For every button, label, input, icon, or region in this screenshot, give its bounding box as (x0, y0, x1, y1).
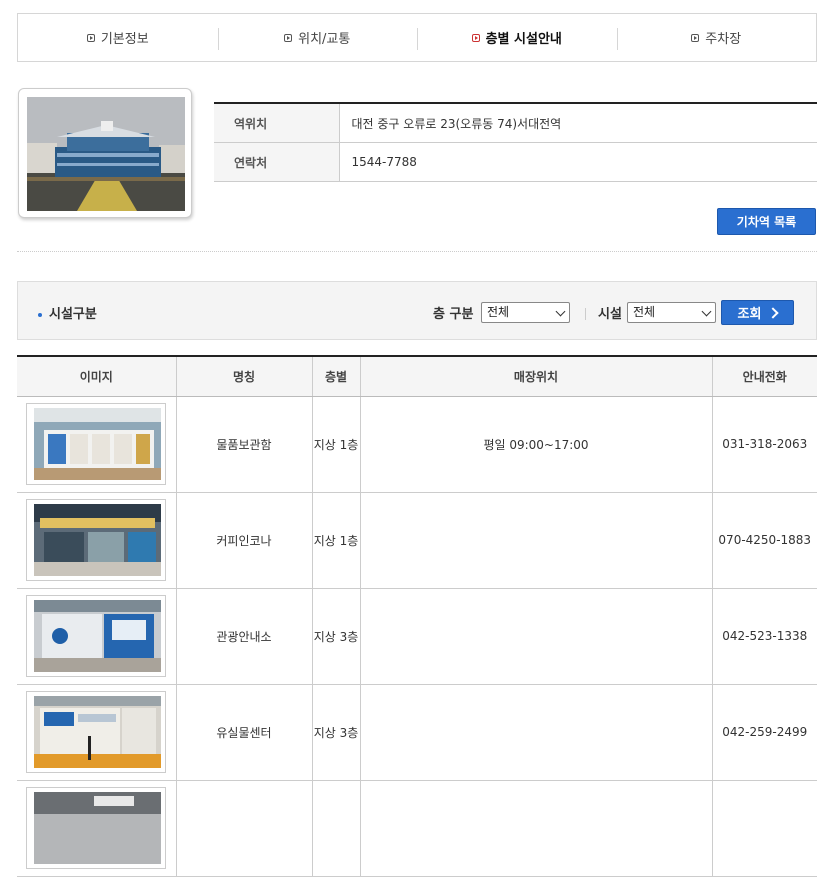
info-label: 역위치 (214, 103, 340, 143)
tab-bullet-icon (284, 33, 293, 42)
tab-floor-facilities[interactable]: 층별 시설안내 (417, 14, 617, 61)
facility-image[interactable] (26, 499, 167, 581)
section-divider (17, 251, 817, 252)
floor-select[interactable]: 전체 (481, 302, 570, 323)
search-button-label: 조회 (737, 307, 762, 322)
table-header-row: 이미지 명칭 층별 매장위치 안내전화 (17, 356, 817, 397)
filter-title: 시설구분 (38, 303, 97, 322)
column-header: 매장위치 (359, 356, 712, 397)
chevron-down-icon (701, 306, 712, 317)
facility-image[interactable] (26, 691, 167, 773)
facility-select-value: 전체 (633, 305, 656, 319)
tab-label: 기본정보 (100, 32, 149, 47)
facility-select[interactable]: 전체 (627, 302, 716, 323)
bullet-icon (38, 312, 42, 317)
facility-phone: 031-318-2063 (711, 396, 817, 493)
chevron-down-icon (555, 306, 566, 317)
tab-basic-info[interactable]: 기본정보 (18, 14, 218, 61)
facility-image-cell (17, 396, 176, 493)
tab-label: 주차장 (705, 32, 742, 47)
facility-phone: 070-4250-1883 (711, 492, 817, 589)
facility-floor: 지상 1층 (311, 396, 360, 493)
station-info-table: 역위치 대전 중구 오류로 23(오류동 74)서대전역 연락처 1544-77… (214, 102, 817, 182)
info-row-contact: 연락처 1544-7788 (214, 142, 817, 182)
facility-name: 관광안내소 (175, 588, 312, 685)
info-label: 연락처 (214, 142, 340, 182)
facility-location: 평일 09:00~17:00 (359, 396, 712, 493)
table-row: 커피인코나 지상 1층 070-4250-1883 (17, 492, 817, 589)
tab-bullet-icon (471, 33, 480, 42)
facility-floor: 지상 1층 (311, 492, 360, 589)
column-header: 이미지 (17, 356, 176, 397)
filter-separator (585, 308, 586, 320)
facility-label: 시설 (598, 307, 622, 322)
table-row: 물품보관함 지상 1층 평일 09:00~17:00 031-318-2063 (17, 396, 817, 493)
facility-location (359, 780, 712, 877)
facility-name: 커피인코나 (175, 492, 312, 589)
info-value: 대전 중구 오류로 23(오류동 74)서대전역 (339, 103, 817, 143)
facility-table: 이미지 명칭 층별 매장위치 안내전화 물품보관함 지상 1층 평일 09:00… (17, 355, 817, 877)
table-row: 유실물센터 지상 3층 042-259-2499 (17, 684, 817, 781)
facility-name: 물품보관함 (175, 396, 312, 493)
facility-image-cell (17, 780, 176, 877)
filter-title-text: 시설구분 (49, 307, 97, 322)
facility-image-cell (17, 588, 176, 685)
facility-image[interactable] (26, 403, 167, 485)
tab-parking[interactable]: 주차장 (616, 14, 817, 61)
tab-bar: 기본정보 위치/교통 층별 시설안내 주차장 (17, 13, 817, 62)
search-button[interactable]: 조회 (721, 300, 794, 325)
facility-location (359, 588, 712, 685)
chevron-right-icon (767, 306, 780, 319)
station-photo (27, 97, 185, 211)
tab-label: 층별 시설안내 (485, 32, 562, 47)
station-photo-frame (18, 88, 192, 218)
facility-filter: 시설구분 층 구분 전체 시설 전체 조회 (17, 281, 817, 340)
facility-image[interactable] (26, 595, 167, 677)
column-header: 명칭 (175, 356, 312, 397)
facility-name (175, 780, 312, 877)
column-header: 안내전화 (711, 356, 817, 397)
info-value: 1544-7788 (339, 142, 817, 182)
facility-image-cell (17, 492, 176, 589)
table-row (17, 780, 817, 877)
column-header: 층별 (311, 356, 360, 397)
info-row-location: 역위치 대전 중구 오류로 23(오류동 74)서대전역 (214, 103, 817, 143)
station-list-button[interactable]: 기차역 목록 (717, 208, 816, 235)
facility-floor: 지상 3층 (311, 588, 360, 685)
facility-location (359, 492, 712, 589)
floor-select-value: 전체 (487, 305, 510, 319)
tab-location-transport[interactable]: 위치/교통 (217, 14, 418, 61)
floor-label: 층 구분 (433, 307, 474, 322)
facility-image[interactable] (26, 786, 167, 869)
facility-location (359, 684, 712, 781)
facility-floor (311, 780, 360, 877)
facility-phone: 042-259-2499 (711, 684, 817, 781)
facility-phone (711, 780, 817, 877)
facility-floor: 지상 3층 (311, 684, 360, 781)
table-row: 관광안내소 지상 3층 042-523-1338 (17, 588, 817, 685)
facility-phone: 042-523-1338 (711, 588, 817, 685)
tab-bullet-icon (86, 33, 95, 42)
tab-bullet-icon (691, 33, 700, 42)
tab-label: 위치/교통 (298, 32, 351, 47)
facility-image-cell (17, 684, 176, 781)
facility-name: 유실물센터 (175, 684, 312, 781)
